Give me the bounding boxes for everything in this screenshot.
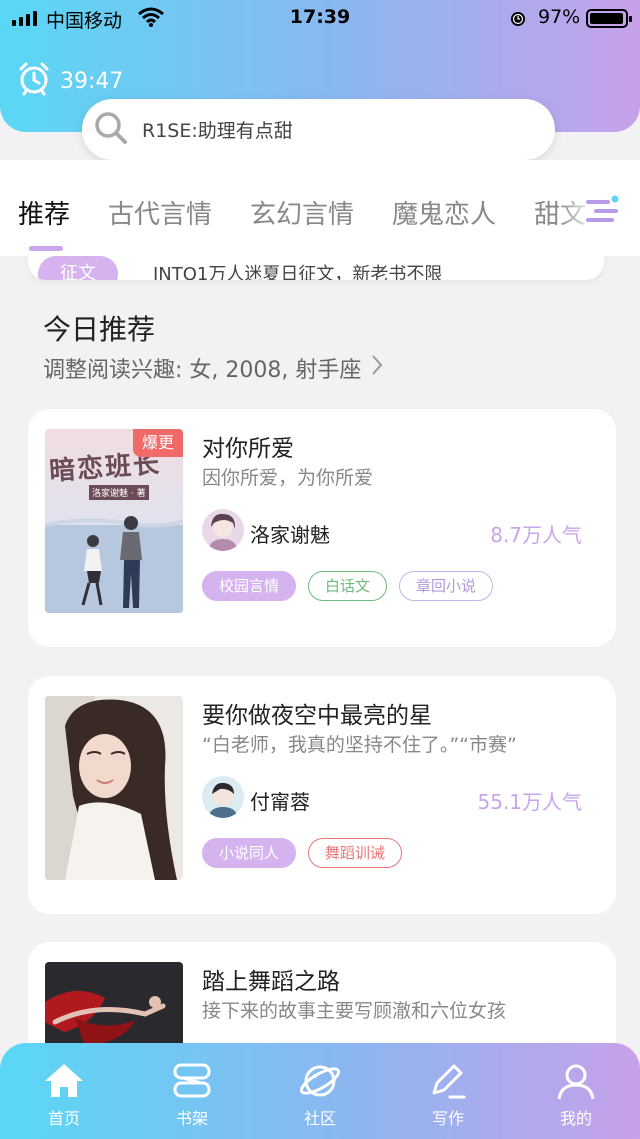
cover-author: 洛家谢魅 · 著 bbox=[89, 485, 149, 500]
nav-bookshelf[interactable]: 书架 bbox=[128, 1043, 256, 1139]
alarm-status-icon bbox=[508, 8, 528, 33]
battery-icon bbox=[586, 9, 632, 28]
tag-list: 小说同人 舞蹈训诫 bbox=[202, 838, 403, 868]
popularity-count: 8.7万人气 bbox=[490, 523, 582, 547]
nav-write[interactable]: 写作 bbox=[384, 1043, 512, 1139]
avatar[interactable] bbox=[202, 776, 244, 818]
book-title: 要你做夜空中最亮的星 bbox=[202, 703, 432, 729]
nav-label: 首页 bbox=[47, 1109, 80, 1128]
battery-percent: 97% bbox=[538, 6, 581, 28]
book-title: 对你所爱 bbox=[202, 436, 294, 462]
battery-fill bbox=[590, 13, 623, 24]
category-tabs: 推荐 古代言情 玄幻言情 魔鬼恋人 甜文 bbox=[0, 160, 640, 256]
home-icon bbox=[45, 1064, 83, 1097]
bookshelf-icon bbox=[173, 1063, 211, 1098]
nav-community[interactable]: 社区 bbox=[256, 1043, 384, 1139]
reading-timer[interactable]: 39:47 bbox=[16, 60, 123, 102]
planet-icon bbox=[299, 1065, 341, 1097]
book-description: “白老师，我真的坚持不住了。”“市赛” bbox=[202, 734, 517, 756]
nav-label: 写作 bbox=[431, 1109, 464, 1128]
profile-icon bbox=[557, 1064, 595, 1100]
book-card[interactable]: 暗恋班长 洛家谢魅 · 著 爆更 对你所爱 因你所爱，为你所爱 洛家谢魅 8.7… bbox=[28, 409, 616, 647]
pen-icon bbox=[432, 1064, 466, 1099]
alarm-clock-icon bbox=[16, 60, 52, 102]
notice-badge: 征文 bbox=[38, 256, 118, 280]
book-title: 踏上舞蹈之路 bbox=[202, 969, 340, 995]
tag-list: 校园言情 白话文 章回小说 bbox=[202, 571, 494, 601]
popularity-count: 55.1万人气 bbox=[477, 790, 582, 814]
bottom-navigation: 首页 书架 社区 写作 我的 bbox=[0, 1043, 640, 1139]
author-name: 付甯蓉 bbox=[250, 790, 310, 814]
notice-text: INTO1万人迷夏日征文，新老书不限 bbox=[153, 264, 443, 280]
book-cover[interactable] bbox=[45, 696, 183, 880]
category-menu-icon[interactable] bbox=[584, 194, 620, 232]
avatar[interactable] bbox=[202, 509, 244, 551]
tab-ancient-romance[interactable]: 古代言情 bbox=[108, 194, 212, 231]
book-description: 接下来的故事主要写顾澈和六位女孩 bbox=[202, 1000, 507, 1022]
tag[interactable]: 小说同人 bbox=[202, 838, 297, 868]
search-bar[interactable]: R1SE:助理有点甜 bbox=[82, 99, 555, 160]
active-tab-indicator bbox=[29, 246, 63, 251]
tab-recommend[interactable]: 推荐 bbox=[18, 194, 70, 231]
nav-home[interactable]: 首页 bbox=[0, 1043, 128, 1139]
tag[interactable]: 校园言情 bbox=[202, 571, 297, 601]
tag[interactable]: 白话文 bbox=[308, 571, 388, 601]
book-description: 因你所爱，为你所爱 bbox=[202, 467, 374, 489]
tab-list: 推荐 古代言情 玄幻言情 魔鬼恋人 甜文 bbox=[18, 194, 624, 231]
tag[interactable]: 章回小说 bbox=[399, 571, 494, 601]
author-name: 洛家谢魅 bbox=[250, 523, 330, 547]
search-input[interactable]: R1SE:助理有点甜 bbox=[142, 116, 293, 143]
notice-banner[interactable]: 征文 INTO1万人迷夏日征文，新老书不限 bbox=[28, 252, 604, 280]
tab-demon-lover[interactable]: 魔鬼恋人 bbox=[392, 194, 496, 231]
nav-label: 我的 bbox=[559, 1109, 592, 1128]
tag[interactable]: 舞蹈训诫 bbox=[308, 838, 403, 868]
nav-label: 书架 bbox=[175, 1109, 208, 1128]
hot-update-badge: 爆更 bbox=[133, 429, 183, 457]
chevron-right-icon bbox=[371, 354, 383, 382]
book-card[interactable]: 要你做夜空中最亮的星 “白老师，我真的坚持不住了。”“市赛” 付甯蓉 55.1万… bbox=[28, 676, 616, 914]
timer-value: 39:47 bbox=[60, 68, 124, 94]
status-bar: 中国移动 17:39 97% bbox=[0, 0, 640, 36]
section-subtitle: 调整阅读兴趣: 女, 2008, 射手座 bbox=[43, 358, 362, 383]
tab-fantasy-romance[interactable]: 玄幻言情 bbox=[250, 194, 354, 231]
section-title: 今日推荐 bbox=[43, 313, 156, 346]
book-cover[interactable]: 暗恋班长 洛家谢魅 · 著 爆更 bbox=[45, 429, 183, 613]
search-icon bbox=[92, 109, 130, 151]
nav-profile[interactable]: 我的 bbox=[512, 1043, 640, 1139]
nav-label: 社区 bbox=[303, 1109, 336, 1128]
interest-settings-link[interactable]: 调整阅读兴趣: 女, 2008, 射手座 bbox=[43, 352, 383, 384]
